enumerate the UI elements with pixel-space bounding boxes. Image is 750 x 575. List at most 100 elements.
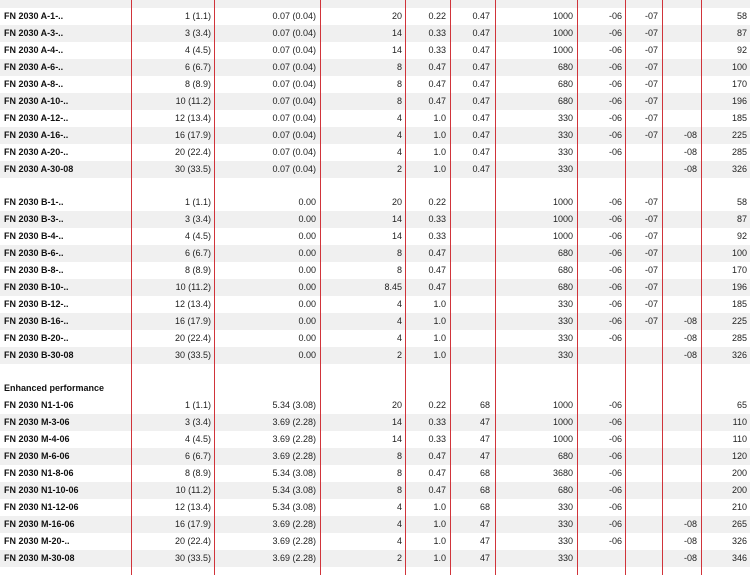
table-cell-c3: 8 (396, 62, 402, 72)
table-cell-c1: 16 (17.9) (174, 316, 211, 326)
table-cell-c10: 65 (736, 400, 747, 410)
table-cell-c6: 1000 (552, 434, 573, 444)
table-cell-c9: -08 (683, 350, 697, 360)
table-cell-c3: 4 (396, 147, 402, 157)
table-cell-c2: 0.07 (0.04) (272, 11, 316, 21)
table-cell-c4: 1.0 (433, 299, 446, 309)
table-cell-c7: -06 (608, 11, 622, 21)
table-cell-c7: -06 (608, 333, 622, 343)
table-cell-c8 (626, 330, 658, 347)
table-cell-c5: 0.47 (472, 130, 490, 140)
table-cell-c6: 1000 (552, 400, 573, 410)
table-cell-c2: 0.00 (298, 333, 316, 343)
table-row: FN 2030 B-4-.. 4 (4.5) 0.00 14 0.33 1000 -06 -0… (0, 228, 750, 245)
table-cell-c6: 680 (557, 265, 573, 275)
table-cell-c8 (626, 516, 658, 533)
table-cell-c9 (663, 76, 697, 93)
table-cell-c2: 0.07 (0.04) (272, 79, 316, 89)
table-row: FN 2030 B-20-.. 20 (22.4) 0.00 4 1.0 330 -06 -0… (0, 330, 750, 347)
table-row: FN 2030 B-12-.. 12 (13.4) 0.00 4 1.0 330 -06 -0… (0, 296, 750, 313)
table-cell-c5: 0.47 (472, 45, 490, 55)
table-cell-c9 (663, 211, 697, 228)
table-cell-c7: -06 (608, 299, 622, 309)
table-cell-c8: -07 (644, 96, 658, 106)
table-cell-c2: 5.34 (3.08) (272, 400, 316, 410)
table-cell-c4: 0.33 (428, 28, 446, 38)
product-code: FN 2030 N1-12-06 (4, 502, 79, 512)
table-cell-c2: 3.69 (2.28) (272, 451, 316, 461)
table-cell-c4: 1.0 (433, 130, 446, 140)
table-cell-c6: 680 (557, 282, 573, 292)
table-cell-c5 (451, 313, 490, 330)
table-cell-c9: -08 (683, 130, 697, 140)
table-cell-c4: 0.33 (428, 45, 446, 55)
table-cell-c4: 0.22 (428, 197, 446, 207)
table-row: FN 2030 B-1-.. 1 (1.1) 0.00 20 0.22 1000 -06 -0… (0, 194, 750, 211)
product-code: FN 2030 N1-1-06 (4, 400, 74, 410)
table-cell-c2: 0.00 (298, 248, 316, 258)
column-separator (577, 0, 578, 575)
table-cell-c4: 0.33 (428, 434, 446, 444)
table-cell-c1: 3 (3.4) (184, 28, 211, 38)
table-cell-c7: -06 (608, 282, 622, 292)
table-cell-c1: 12 (13.4) (174, 502, 211, 512)
table-cell-c4: 0.47 (428, 485, 446, 495)
table-cell-c3: 14 (391, 45, 402, 55)
table-row: FN 2030 B-16-.. 16 (17.9) 0.00 4 1.0 330 -06 -0… (0, 313, 750, 330)
table-cell-c10: 58 (736, 197, 747, 207)
table-cell-c3: 8 (396, 96, 402, 106)
table-cell-c5: 68 (479, 502, 490, 512)
column-separator (701, 0, 702, 575)
table-cell-c3: 4 (396, 333, 402, 343)
table-cell-c1: 10 (11.2) (175, 485, 211, 495)
table-cell-c10: 120 (731, 451, 747, 461)
table-row: FN 2030 A-3-.. 3 (3.4) 0.07 (0.04) 14 0.33 0.… (0, 25, 750, 42)
table-cell-c5 (451, 262, 490, 279)
table-cell-c4: 0.22 (428, 400, 446, 410)
table-cell-c2: 0.00 (298, 197, 316, 207)
table-cell-c8 (626, 482, 658, 499)
table-cell-c3: 20 (391, 400, 402, 410)
table-cell-c4: 1.0 (433, 350, 446, 360)
table-cell-c10: 185 (731, 113, 747, 123)
table-cell-c4: 0.47 (428, 265, 446, 275)
table-cell-c8 (626, 144, 658, 161)
table-cell-c10: 346 (731, 553, 747, 563)
product-code: FN 2030 B-1-.. (4, 197, 64, 207)
table-cell-c6: 330 (557, 164, 573, 174)
product-code: FN 2030 A-3-.. (4, 28, 64, 38)
table-cell-c6: 680 (557, 96, 573, 106)
table-cell-c9 (663, 397, 697, 414)
table-row: FN 2030 B-10-.. 10 (11.2) 0.00 8.45 0.47 680 -… (0, 279, 750, 296)
table-cell-c6: 330 (557, 553, 573, 563)
table-cell-c4: 1.0 (433, 316, 446, 326)
table-cell-c9 (663, 482, 697, 499)
table-cell-c1: 20 (22.4) (174, 536, 211, 546)
table-cell-c8 (626, 414, 658, 431)
table-cell-c6: 330 (557, 519, 573, 529)
table-cell-c1: 30 (33.5) (174, 553, 211, 563)
table-cell-c5: 0.47 (472, 62, 490, 72)
table-cell-c2: 0.07 (0.04) (272, 147, 316, 157)
table-row: FN 2030 A-8-.. 8 (8.9) 0.07 (0.04) 8 0.47 0.4… (0, 76, 750, 93)
table-cell-c6: 680 (557, 62, 573, 72)
table-cell-c3: 4 (396, 519, 402, 529)
table-cell-c4: 1.0 (433, 502, 446, 512)
table-cell-c1: 1 (1.1) (184, 197, 211, 207)
table-row: FN 2030 A-4-.. 4 (4.5) 0.07 (0.04) 14 0.33 0.… (0, 42, 750, 59)
table-cell-c7: -06 (608, 536, 622, 546)
table-cell-c7: -06 (608, 316, 622, 326)
table-cell-c3: 4 (396, 536, 402, 546)
table-cell-c9 (663, 431, 697, 448)
table-cell-c2: 5.34 (3.08) (272, 502, 316, 512)
table-row: FN 2030 M-16-06 16 (17.9) 3.69 (2.28) 4 1.0 4… (0, 516, 750, 533)
table-cell-c1: 20 (22.4) (174, 147, 211, 157)
table-cell-c9 (663, 42, 697, 59)
table-cell-c3: 8 (396, 451, 402, 461)
table-cell-c10: 110 (732, 434, 747, 444)
table-cell-c8: -07 (644, 45, 658, 55)
table-cell-c3: 8 (396, 248, 402, 258)
column-separator (131, 0, 132, 575)
table-cell-c8: -07 (644, 282, 658, 292)
table-cell-c6: 1000 (552, 11, 573, 21)
